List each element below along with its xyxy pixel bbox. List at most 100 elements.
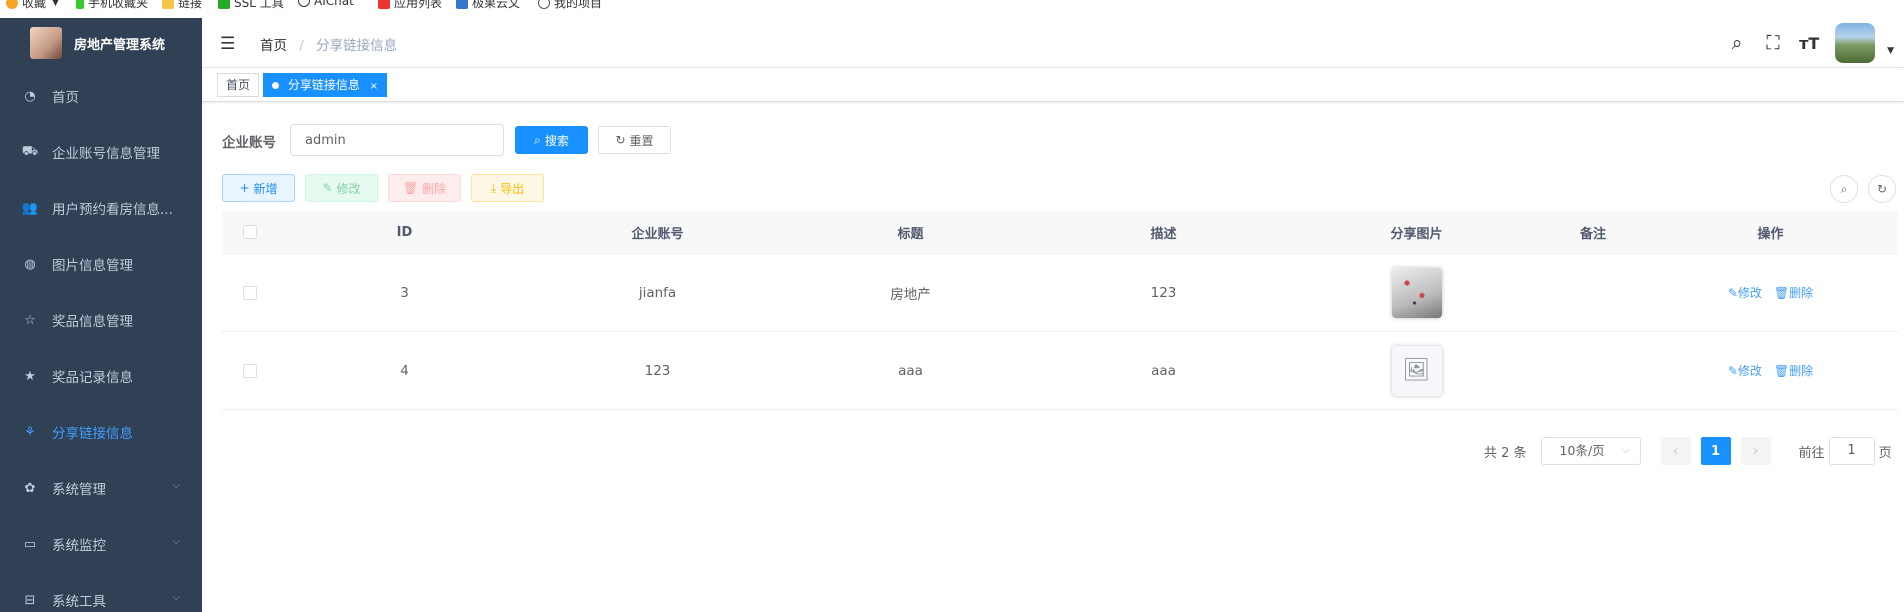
caret-down-icon[interactable]: ▼ xyxy=(1887,46,1894,56)
column-header-description[interactable]: 描述 xyxy=(1037,223,1290,242)
sidebar-item-prize-management[interactable]: ☆ 奖品信息管理 xyxy=(0,292,202,348)
reset-button[interactable]: ↻ 重置 xyxy=(598,126,671,154)
sidebar-item-system-tools[interactable]: ⊟ 系统工具 ⌵ xyxy=(0,572,202,612)
row-edit-link[interactable]: ✎修改 xyxy=(1728,362,1762,379)
sidebar-item-image-management[interactable]: ◍ 图片信息管理 xyxy=(0,236,202,292)
sidebar-item-home[interactable]: ◔ 首页 xyxy=(0,68,202,124)
sidebar-item-viewing-appointments[interactable]: 👥 用户预约看房信息... xyxy=(0,180,202,236)
sidebar-item-system-management[interactable]: ✿ 系统管理 ⌵ xyxy=(0,460,202,516)
row-select-cell xyxy=(222,363,278,378)
user-icon: 👥 xyxy=(21,200,39,216)
fullscreen-icon[interactable]: ⛶ xyxy=(1763,32,1783,54)
page-number-current[interactable]: 1 xyxy=(1700,437,1731,465)
tag-label: 分享链接信息 xyxy=(287,78,360,92)
font-size-icon[interactable]: тT xyxy=(1799,34,1819,53)
cell-account: 123 xyxy=(644,362,671,379)
select-all-checkbox[interactable] xyxy=(243,225,257,239)
lock-icon xyxy=(218,0,230,9)
breadcrumb-home[interactable]: 首页 xyxy=(260,38,287,54)
sidebar-item-prize-records[interactable]: ★ 奖品记录信息 xyxy=(0,348,202,404)
row-checkbox[interactable] xyxy=(243,363,257,378)
bookmark-apps[interactable]: 应用列表 xyxy=(378,0,442,11)
star-outline-icon: ☆ xyxy=(24,312,36,328)
toolbox-icon: ⊟ xyxy=(24,592,36,608)
app-icon xyxy=(378,0,390,9)
export-button[interactable]: ⤓ 导出 xyxy=(471,174,544,202)
phone-icon xyxy=(76,0,84,9)
goto-suffix: 页 xyxy=(1878,445,1892,461)
edit-icon: ✎ xyxy=(322,181,333,195)
sidebar-item-label: 分享链接信息 xyxy=(52,426,133,442)
cell-actions: ✎修改 🗑删除 xyxy=(1643,362,1898,379)
bookmark-aichat[interactable]: AIChat xyxy=(298,0,354,8)
table-row[interactable]: 3 jianfa 房地产 123 ✎修改 🗑删除 xyxy=(222,254,1898,332)
plus-icon: + xyxy=(239,181,250,195)
column-header-id[interactable]: ID xyxy=(278,225,531,240)
tag-home[interactable]: 首页 xyxy=(217,73,260,97)
trash-icon: 🗑 xyxy=(402,181,419,195)
share-links-table: ID 企业账号 标题 描述 分享图片 备注 操作 3 jianfa 房地产 12… xyxy=(222,211,1898,410)
bookmark-favorites[interactable]: 收藏 ▼ xyxy=(6,0,59,11)
sidebar-item-label: 用户预约看房信息... xyxy=(52,202,173,218)
refresh-button[interactable]: ↻ xyxy=(1868,175,1896,203)
column-header-remark[interactable]: 备注 xyxy=(1543,223,1643,242)
sidebar-item-label: 企业账号信息管理 xyxy=(52,146,160,162)
sidebar-item-share-links[interactable]: ⚘ 分享链接信息 xyxy=(0,404,202,460)
sidebar-item-label: 奖品记录信息 xyxy=(52,370,133,386)
column-header-share-image[interactable]: 分享图片 xyxy=(1290,223,1543,242)
toggle-search-button[interactable]: ⌕ xyxy=(1830,175,1858,203)
next-page-button[interactable]: › xyxy=(1740,437,1771,465)
column-header-account[interactable]: 企业账号 xyxy=(531,223,784,242)
chevron-down-icon: ⌵ xyxy=(172,592,180,603)
prev-page-button[interactable]: ‹ xyxy=(1660,437,1691,465)
user-avatar[interactable] xyxy=(1835,23,1876,63)
delete-button[interactable]: 🗑 删除 xyxy=(388,174,461,202)
page-size-select[interactable]: 10条/页 ⌵ xyxy=(1540,437,1641,465)
close-icon[interactable]: × xyxy=(370,81,378,92)
add-button[interactable]: + 新增 xyxy=(222,174,295,202)
chevron-down-icon: ⌵ xyxy=(1621,445,1630,456)
edit-button[interactable]: ✎ 修改 xyxy=(305,174,378,202)
image-placeholder-icon[interactable]: 🖼 xyxy=(1391,345,1442,396)
search-label-enterprise-account: 企业账号 xyxy=(222,135,276,151)
bookmark-links[interactable]: 链接 xyxy=(162,0,202,11)
row-edit-link[interactable]: ✎修改 xyxy=(1728,284,1762,301)
sidebar: 房地产管理系统 ◔ 首页 ⛟ 企业账号信息管理 👥 用户预约看房信息... ◍ … xyxy=(0,18,202,612)
breadcrumb-separator: / xyxy=(299,38,304,54)
search-button[interactable]: ⌕ 搜索 xyxy=(515,126,588,154)
chevron-right-icon: › xyxy=(1752,443,1759,459)
hamburger-menu-icon[interactable]: ☰ xyxy=(220,34,235,54)
row-delete-link[interactable]: 🗑删除 xyxy=(1774,362,1813,379)
tag-share-links[interactable]: 分享链接信息 × xyxy=(263,73,388,97)
cell-share-image xyxy=(1290,267,1543,318)
cell-actions: ✎修改 🗑删除 xyxy=(1643,284,1898,301)
column-header-title[interactable]: 标题 xyxy=(784,223,1037,242)
folder-icon xyxy=(162,0,174,9)
app-logo[interactable]: 房地产管理系统 xyxy=(0,18,202,68)
bookmark-mobile[interactable]: 手机收藏夹 xyxy=(76,0,148,11)
row-select-cell xyxy=(222,285,278,300)
search-icon[interactable]: ⌕ xyxy=(1727,32,1747,54)
table-row[interactable]: 4 123 aaa aaa 🖼 ✎修改 🗑删除 xyxy=(222,332,1898,410)
gear-icon: ✿ xyxy=(24,480,36,496)
cell-account: jianfa xyxy=(638,284,677,301)
sidebar-item-system-monitor[interactable]: ▭ 系统监控 ⌵ xyxy=(0,516,202,572)
row-delete-link[interactable]: 🗑删除 xyxy=(1774,284,1813,301)
share-image-thumbnail[interactable] xyxy=(1391,267,1442,318)
sidebar-item-label: 图片信息管理 xyxy=(52,258,133,274)
tags-view: 首页 分享链接信息 × xyxy=(202,68,1904,102)
row-checkbox[interactable] xyxy=(243,285,257,300)
refresh-icon: ↻ xyxy=(615,133,626,147)
globe-icon xyxy=(538,0,550,9)
bookmark-ssl[interactable]: SSL 工具 xyxy=(218,0,284,11)
goto-page-input[interactable]: 1 xyxy=(1828,437,1875,465)
bookmark-projects[interactable]: 我的项目 xyxy=(538,0,602,11)
sidebar-item-label: 系统管理 xyxy=(52,482,106,498)
search-icon: ⌕ xyxy=(534,132,541,147)
pagination: 共 2 条 10条/页 ⌵ ‹ 1 › 前往 1 页 xyxy=(1484,437,1892,465)
enterprise-account-input[interactable] xyxy=(290,124,504,156)
logo-image xyxy=(30,27,62,59)
sidebar-item-enterprise-accounts[interactable]: ⛟ 企业账号信息管理 xyxy=(0,124,202,180)
refresh-icon: ↻ xyxy=(1876,182,1888,196)
bookmark-jiguo[interactable]: 极果云文 xyxy=(456,0,520,11)
